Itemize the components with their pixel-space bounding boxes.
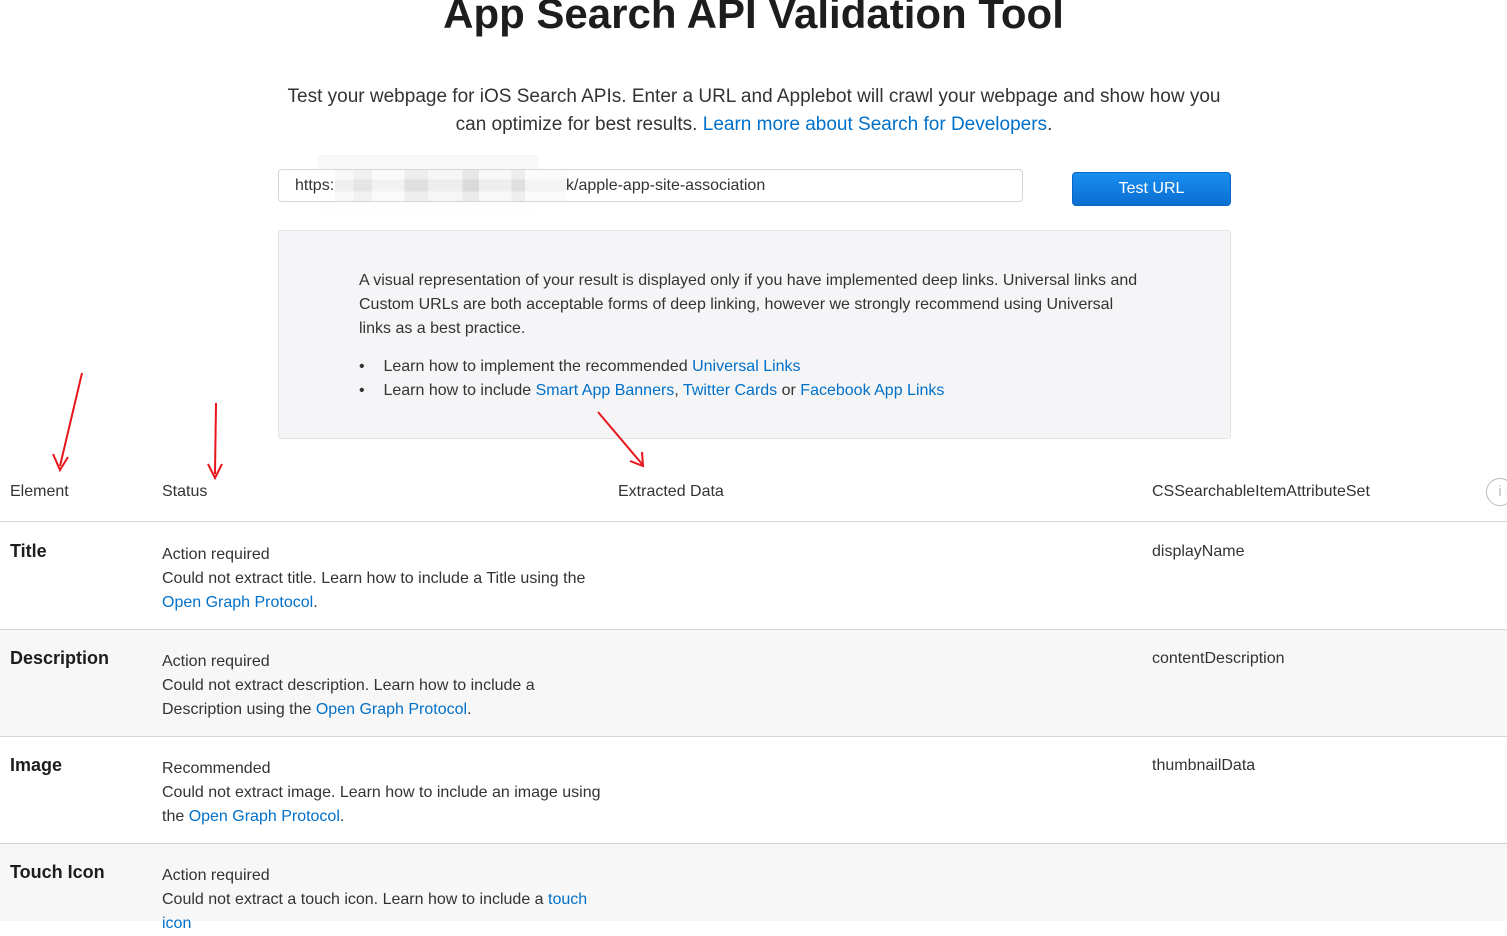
url-input[interactable]: https: k/apple-app-site-association (278, 169, 1023, 202)
twitter-cards-link[interactable]: Twitter Cards (683, 382, 777, 399)
open-graph-link[interactable]: Open Graph Protocol (189, 808, 340, 825)
url-suffix: k/apple-app-site-association (566, 177, 766, 194)
deep-link-info-box: A visual representation of your result i… (278, 230, 1231, 439)
info-links-list: Learn how to implement the recommended U… (359, 355, 944, 403)
row-status: Action required Could not extract title.… (162, 543, 602, 615)
status-message: Could not extract title. Learn how to in… (162, 570, 586, 611)
redacted-region (335, 170, 567, 201)
table-row: Touch Icon Action required Could not ext… (0, 844, 1507, 932)
row-status: Action required Could not extract descri… (162, 650, 602, 722)
results-table-header: Element Status Extracted Data CSSearchab… (0, 476, 1507, 522)
url-prefix: https: (295, 177, 335, 194)
annotation-arrow-status (207, 402, 223, 481)
search-developers-link[interactable]: Learn more about Search for Developers (703, 114, 1047, 135)
row-status: Action required Could not extract a touc… (162, 864, 602, 936)
status-label: Action required (162, 546, 270, 563)
table-row: Description Action required Could not ex… (0, 630, 1507, 737)
annotation-arrow-element (52, 372, 83, 473)
facebook-app-links-link[interactable]: Facebook App Links (800, 382, 944, 399)
column-header-extracted-data: Extracted Data (618, 483, 724, 500)
column-header-attribute-set: CSSearchableItemAttributeSet (1152, 483, 1370, 500)
page-title: App Search API Validation Tool (443, 0, 1064, 37)
row-attribute: thumbnailData (1152, 757, 1256, 774)
list-item: Learn how to implement the recommended U… (359, 355, 944, 379)
row-element: Touch Icon (10, 862, 105, 882)
row-element: Image (10, 755, 63, 775)
info-icon[interactable]: i (1486, 478, 1507, 506)
row-element: Title (10, 541, 47, 561)
row-attribute: displayName (1152, 543, 1245, 560)
status-label: Action required (162, 653, 270, 670)
table-row: Image Recommended Could not extract imag… (0, 737, 1507, 844)
row-status: Recommended Could not extract image. Lea… (162, 757, 602, 829)
test-url-button[interactable]: Test URL (1072, 172, 1231, 206)
intro-text: Test your webpage for iOS Search APIs. E… (287, 86, 1221, 135)
list-item: Learn how to include Smart App Banners, … (359, 379, 944, 403)
status-label: Recommended (162, 760, 271, 777)
row-attribute: contentDescription (1152, 650, 1285, 667)
status-message: Could not extract description. Learn how… (162, 677, 535, 718)
smart-app-banners-link[interactable]: Smart App Banners (536, 382, 675, 399)
open-graph-link[interactable]: Open Graph Protocol (162, 594, 313, 611)
open-graph-link[interactable]: Open Graph Protocol (316, 701, 467, 718)
deep-link-info-text: A visual representation of your result i… (359, 272, 1138, 337)
status-message: Could not extract image. Learn how to in… (162, 784, 601, 825)
column-header-status: Status (162, 483, 208, 500)
table-row: Title Action required Could not extract … (0, 523, 1507, 630)
status-message: Could not extract a touch icon. Learn ho… (162, 891, 588, 932)
column-header-element: Element (10, 483, 69, 500)
row-element: Description (10, 648, 110, 668)
universal-links-link[interactable]: Universal Links (692, 358, 800, 375)
status-label: Action required (162, 867, 270, 884)
